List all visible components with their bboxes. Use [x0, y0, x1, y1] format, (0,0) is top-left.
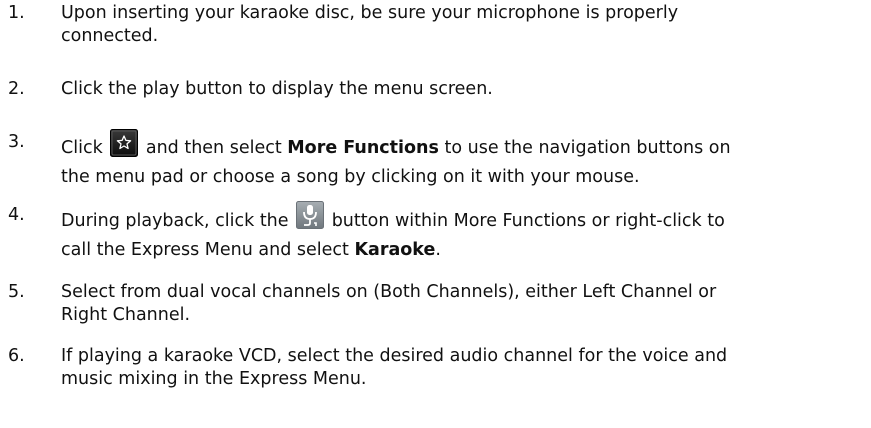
step-number: 5.: [8, 282, 25, 302]
step-line: call the Express Menu and select Karaoke…: [61, 239, 861, 262]
step-text: Click and then select More Functions to …: [61, 129, 861, 189]
step-text-segment: button within More Functions or right-cl…: [326, 211, 725, 231]
step-text: Click the play button to display the men…: [61, 78, 861, 101]
step-text: During playback, click the button within…: [61, 201, 861, 262]
step-line: Select from dual vocal channels on (Both…: [61, 282, 717, 302]
step-number: 2.: [8, 79, 25, 99]
step-text-segment: to use the navigation buttons on: [438, 138, 731, 158]
step-text-segment: Click: [61, 138, 103, 158]
step-text-segment: and then select: [140, 138, 288, 158]
step-text: Select from dual vocal channels on (Both…: [61, 281, 861, 327]
step-line: Click and then select More Functions to …: [61, 129, 861, 166]
karaoke-label: Karaoke: [354, 240, 436, 260]
step-line: Upon inserting your karaoke disc, be sur…: [61, 3, 679, 23]
step-number: 1.: [8, 3, 25, 23]
step-line: connected.: [61, 26, 159, 46]
step-text-segment: During playback, click the: [61, 211, 289, 231]
step-line: music mixing in the Express Menu.: [61, 369, 367, 389]
step-text: Upon inserting your karaoke disc, be sur…: [61, 2, 861, 48]
step-number: 6.: [8, 346, 25, 366]
step-text-segment: call the Express Menu and select: [61, 240, 355, 260]
karaoke-microphone-icon: [296, 201, 325, 239]
step-number: 3.: [8, 132, 25, 152]
step-text: If playing a karaoke VCD, select the des…: [61, 345, 861, 391]
more-functions-label: More Functions: [287, 138, 439, 158]
step-line: If playing a karaoke VCD, select the des…: [61, 346, 728, 366]
step-number: 4.: [8, 205, 25, 225]
step-line: Click the play button to display the men…: [61, 79, 493, 99]
star-button-icon: [110, 129, 139, 166]
step-line: the menu pad or choose a song by clickin…: [61, 167, 640, 187]
step-text-segment: .: [435, 240, 441, 260]
step-line: Right Channel.: [61, 305, 191, 325]
step-line: During playback, click the button within…: [61, 201, 861, 239]
